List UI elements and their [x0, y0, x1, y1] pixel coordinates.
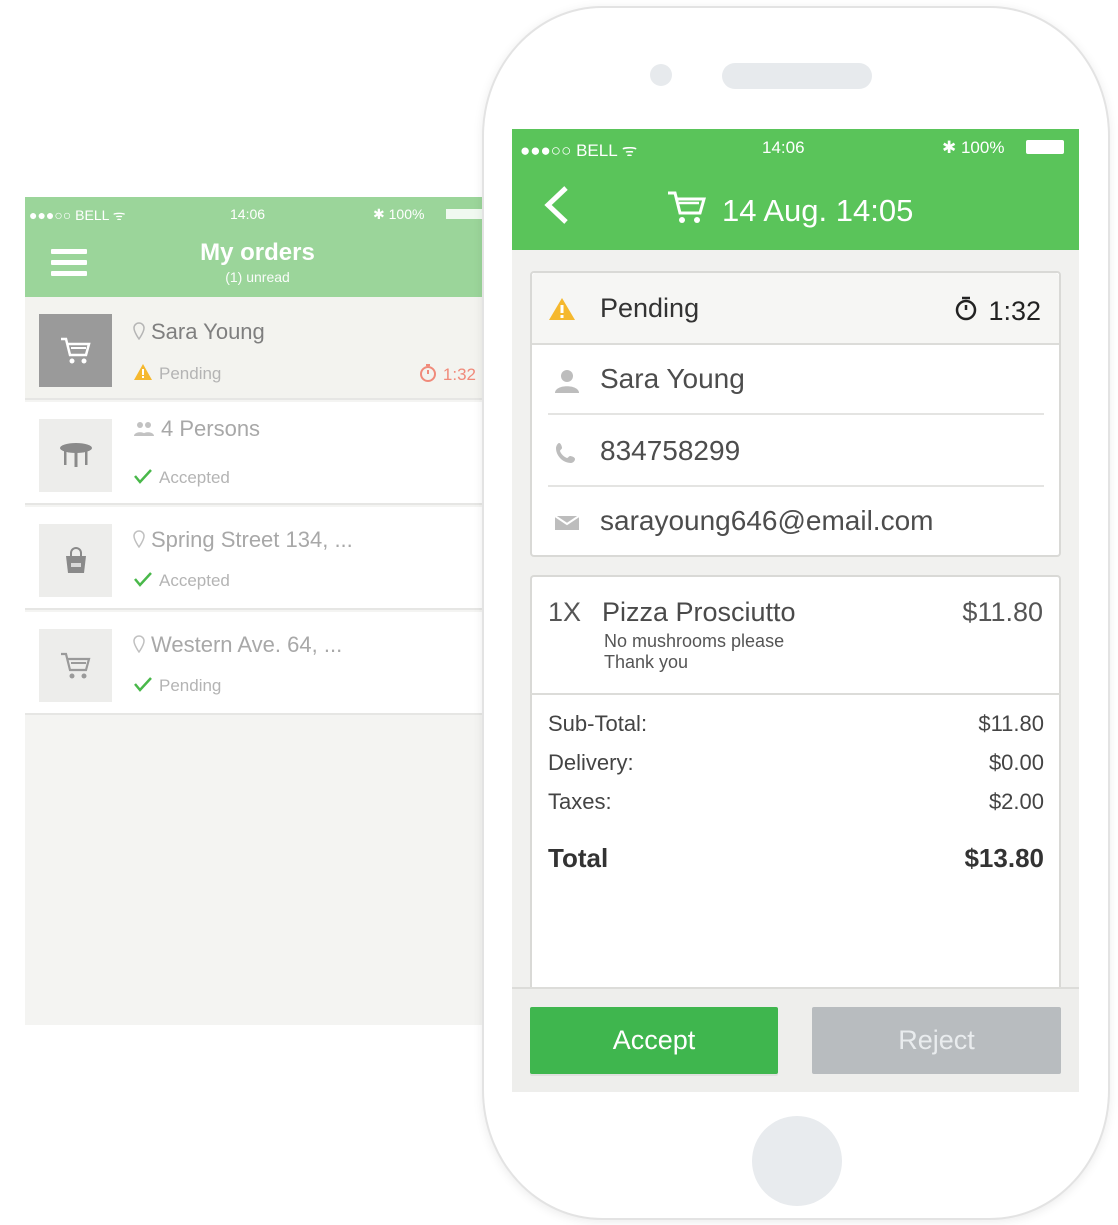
cart-icon [39, 629, 112, 702]
status-bar: ●●●○○ BELL ᯤ 14:06 ✱ 100% [25, 197, 482, 231]
orders-header: My orders (1) unread [25, 231, 482, 297]
delivery-row: Delivery: $0.00 [548, 750, 1044, 776]
totals-card: Sub-Total: $11.80 Delivery: $0.00 Taxes:… [530, 693, 1061, 993]
battery-icon [446, 209, 482, 219]
reject-button[interactable]: Reject [812, 1007, 1061, 1074]
table-icon [39, 419, 112, 492]
mail-icon [554, 515, 580, 536]
pin-icon [133, 528, 145, 554]
taxes-row: Taxes: $2.00 [548, 789, 1044, 815]
warning-icon [548, 297, 576, 326]
party-size: 4 Persons [161, 416, 261, 441]
battery-label: ✱ 100% [373, 206, 425, 222]
list-item[interactable]: Spring Street 134, ... Accepted [25, 507, 482, 610]
order-status: Pending [600, 293, 700, 323]
stopwatch-icon [419, 363, 437, 388]
order-status: Pending [159, 676, 222, 695]
delivery-address: Spring Street 134, ... [151, 527, 353, 552]
customer-name: Sara Young [151, 319, 265, 344]
item-note: No mushrooms please [604, 631, 785, 651]
check-icon [133, 676, 153, 697]
order-timer: 1:32 [442, 364, 476, 384]
item-name: Pizza Prosciutto [602, 597, 796, 627]
customer-email: sarayoung646@email.com [600, 505, 934, 536]
action-bar: Accept Reject [512, 987, 1079, 1092]
order-item-card: 1X Pizza Prosciutto No mushrooms please … [530, 575, 1061, 695]
chevron-left-icon [544, 186, 568, 224]
battery-label: ✱ 100% [942, 138, 1005, 157]
accept-button[interactable]: Accept [530, 1007, 778, 1074]
home-button[interactable] [752, 1116, 842, 1206]
pin-icon [133, 320, 145, 346]
clock-label: 14:06 [762, 138, 805, 157]
people-icon [133, 417, 155, 443]
pin-icon [133, 633, 145, 659]
order-detail-screen: ●●●○○ BELL ᯤ 14:06 ✱ 100% 14 Aug. 14:05 … [512, 129, 1079, 1092]
item-note: Thank you [604, 652, 689, 672]
clock-label: 14:06 [230, 206, 266, 222]
order-status: Pending [159, 363, 222, 383]
total-label: Total [548, 843, 609, 873]
detail-header: 14 Aug. 14:05 [512, 165, 1079, 250]
warning-icon [133, 363, 153, 386]
check-icon [133, 571, 153, 592]
delivery-address: Western Ave. 64, ... [151, 632, 343, 657]
cart-icon [666, 189, 708, 233]
orders-list-screen: ●●●○○ BELL ᯤ 14:06 ✱ 100% My orders (1) … [25, 197, 482, 1025]
order-status: Accepted [159, 571, 230, 590]
check-icon [133, 468, 153, 489]
delivery-label: Delivery: [548, 750, 634, 775]
phone-camera [650, 64, 672, 86]
list-item[interactable]: Sara Young Pending 1:32 [25, 297, 482, 400]
delivery-value: $0.00 [988, 750, 1044, 775]
back-button[interactable] [542, 185, 582, 229]
list-item[interactable]: Western Ave. 64, ... Pending [25, 612, 482, 715]
item-price: $11.80 [962, 597, 1043, 627]
order-status-row: Pending 1:32 [532, 273, 1059, 345]
battery-icon [1026, 140, 1064, 154]
status-bar: ●●●○○ BELL ᯤ 14:06 ✱ 100% [512, 129, 1079, 165]
carrier-label: ●●●○○ BELL ᯤ [29, 207, 126, 223]
contact-phone-row[interactable]: 834758299 [548, 417, 1044, 487]
carrier-label: ●●●○○ BELL ᯤ [520, 141, 638, 160]
order-datetime: 14 Aug. 14:05 [722, 193, 914, 228]
contact-name-row: Sara Young [548, 345, 1044, 415]
item-quantity: 1X [548, 597, 582, 627]
subtotal-value: $11.80 [978, 711, 1044, 736]
order-timer: 1:32 [988, 296, 1041, 326]
bag-icon [39, 524, 112, 597]
unread-count: (1) unread [225, 269, 290, 285]
taxes-label: Taxes: [548, 789, 612, 814]
list-item[interactable]: 4 Persons Accepted [25, 402, 482, 505]
total-row: Total $13.80 [548, 843, 1044, 874]
subtotal-label: Sub-Total: [548, 711, 648, 736]
user-icon [554, 369, 580, 398]
page-title: My orders [200, 239, 315, 266]
order-info-card: Pending 1:32 Sara Young 834758299 sarayo… [530, 271, 1061, 557]
order-status: Accepted [159, 468, 230, 487]
contact-email-row[interactable]: sarayoung646@email.com [548, 487, 1044, 557]
customer-name: Sara Young [600, 363, 745, 394]
cart-icon [39, 314, 112, 387]
subtotal-row: Sub-Total: $11.80 [548, 711, 1044, 737]
phone-speaker [722, 63, 872, 89]
customer-phone: 834758299 [600, 435, 741, 466]
taxes-value: $2.00 [988, 789, 1044, 814]
phone-icon [554, 441, 578, 470]
stopwatch-icon [954, 295, 978, 328]
total-value: $13.80 [964, 843, 1044, 873]
